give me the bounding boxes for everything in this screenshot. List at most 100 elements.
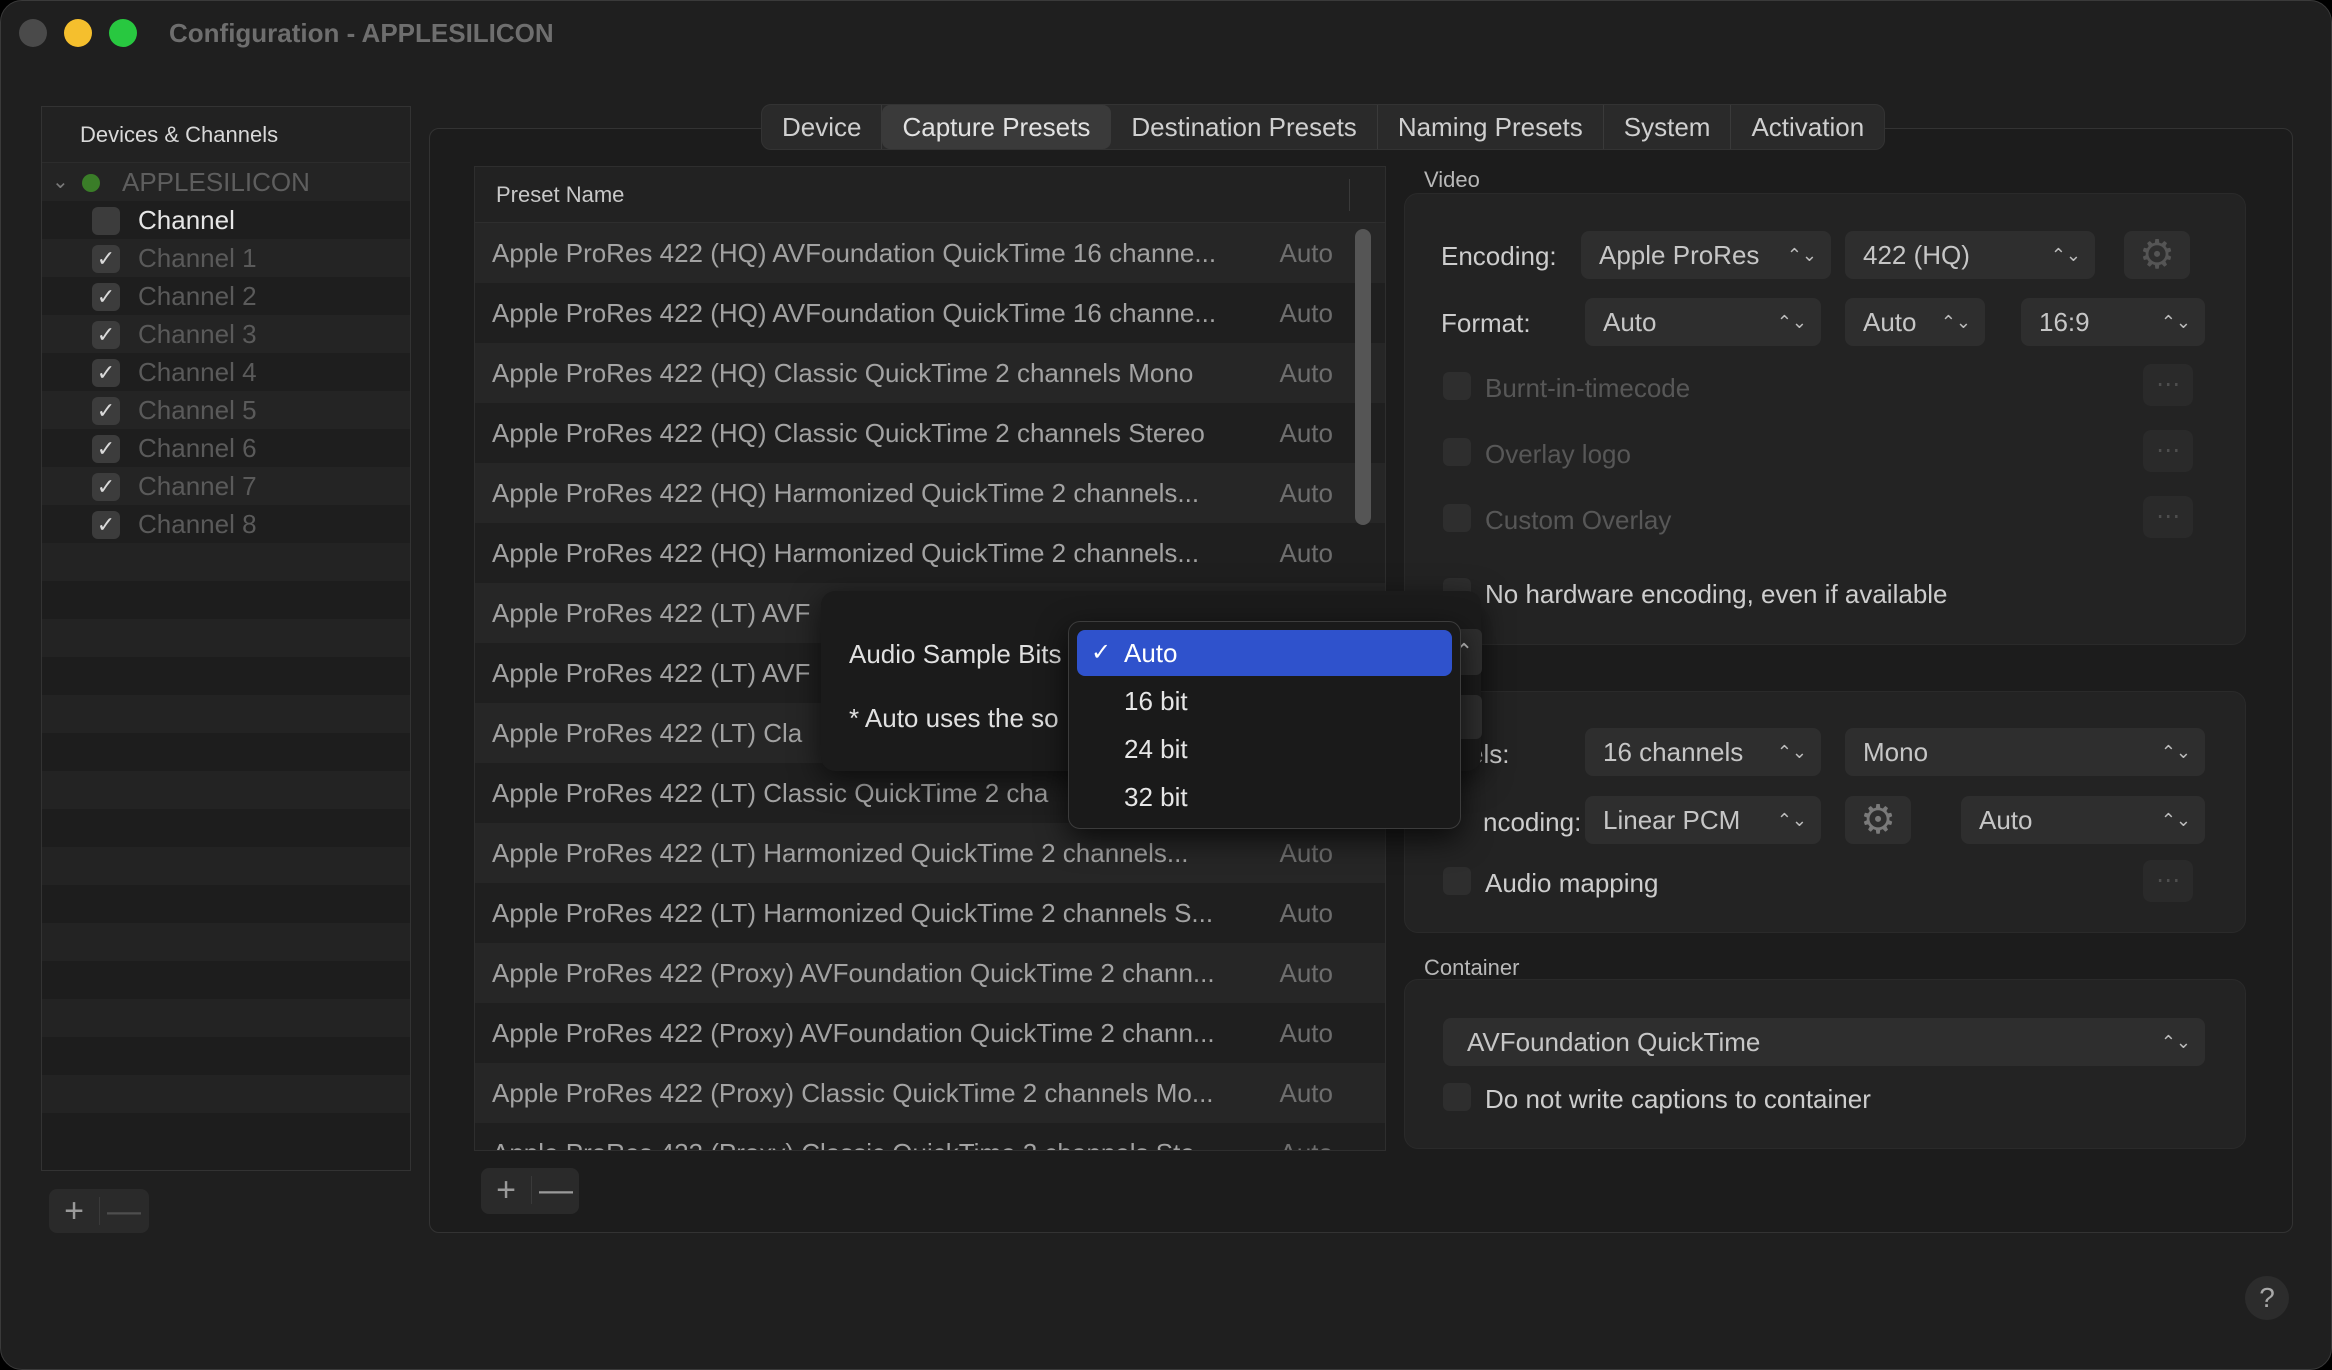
table-row[interactable]: Apple ProRes 422 (Proxy) AVFoundation Qu… — [475, 1003, 1385, 1063]
tab-device[interactable]: Device — [762, 105, 883, 149]
overlay-logo-checkbox[interactable] — [1443, 438, 1471, 466]
menu-item-auto[interactable]: ✓ Auto — [1077, 630, 1452, 676]
remove-channel-button[interactable]: — — [99, 1189, 149, 1233]
channel-label: Channel 2 — [138, 281, 257, 311]
preset-value: Auto — [1279, 298, 1334, 328]
channel-row[interactable]: ✓ Channel 6 — [42, 429, 410, 467]
container-section-title: Container — [1424, 955, 1520, 980]
channel-row[interactable]: ✓ Channel 2 — [42, 277, 410, 315]
no-captions-checkbox[interactable] — [1443, 1083, 1471, 1111]
audio-settings-gear-icon[interactable]: ⚙ — [1845, 796, 1911, 844]
device-label: APPLESILICON — [122, 167, 310, 197]
table-row[interactable]: Apple ProRes 422 (HQ) Harmonized QuickTi… — [475, 463, 1385, 523]
table-row[interactable]: Apple ProRes 422 (HQ) Classic QuickTime … — [475, 343, 1385, 403]
overlay-logo-ellipsis-icon[interactable]: ⋯ — [2143, 430, 2193, 472]
device-row[interactable]: ⌄ APPLESILICON — [42, 163, 410, 201]
video-settings-gear-icon[interactable]: ⚙ — [2124, 231, 2190, 279]
table-row[interactable]: Apple ProRes 422 (HQ) Classic QuickTime … — [475, 403, 1385, 463]
preset-name-column-header[interactable]: Preset Name — [496, 182, 624, 207]
configuration-window: Configuration - APPLESILICON Devices & C… — [0, 0, 2332, 1370]
tab-capture-presets[interactable]: Capture Presets — [882, 105, 1112, 149]
table-scrollbar[interactable] — [1355, 229, 1371, 525]
remove-preset-button[interactable]: — — [531, 1168, 581, 1212]
table-row[interactable]: Apple ProRes 422 (Proxy) AVFoundation Qu… — [475, 943, 1385, 1003]
format-popup[interactable]: Auto ⌃⌄ — [1585, 298, 1821, 346]
aspect-ratio-popup[interactable]: 16:9 ⌃⌄ — [2021, 298, 2205, 346]
table-row[interactable]: Apple ProRes 422 (LT) Harmonized QuickTi… — [475, 883, 1385, 943]
channel-checkbox[interactable]: ✓ — [92, 473, 120, 501]
add-channel-button[interactable]: + — [49, 1189, 99, 1233]
channel-row[interactable]: ✓ Channel 8 — [42, 505, 410, 543]
popup-arrows-icon: ⌃⌄ — [1776, 742, 1807, 762]
menu-item-24-bit[interactable]: 24 bit — [1077, 726, 1452, 772]
channel-row[interactable]: ✓ Channel 5 — [42, 391, 410, 429]
audio-encoding-popup[interactable]: Linear PCM ⌃⌄ — [1585, 796, 1821, 844]
table-row[interactable]: Apple ProRes 422 (HQ) Harmonized QuickTi… — [475, 523, 1385, 583]
add-preset-button[interactable]: + — [481, 1168, 531, 1212]
table-row[interactable]: Apple ProRes 422 (HQ) AVFoundation Quick… — [475, 223, 1385, 283]
video-section-title: Video — [1424, 167, 1480, 192]
channel-checkbox[interactable]: ✓ — [92, 359, 120, 387]
channel-row[interactable]: ✓ Channel 4 — [42, 353, 410, 391]
preset-name: Apple ProRes 422 (HQ) AVFoundation Quick… — [492, 298, 1217, 328]
custom-overlay-ellipsis-icon[interactable]: ⋯ — [2143, 496, 2193, 538]
table-row[interactable]: Apple ProRes 422 (LT) Harmonized QuickTi… — [475, 823, 1385, 883]
preset-name: Apple ProRes 422 (Proxy) Classic QuickTi… — [492, 1078, 1214, 1108]
preset-value: Auto — [1279, 478, 1334, 508]
table-row[interactable]: Apple ProRes 422 (Proxy) Classic QuickTi… — [475, 1063, 1385, 1123]
channel-row[interactable]: ✓ Channel 3 — [42, 315, 410, 353]
channel-checkbox[interactable]: ✓ — [92, 511, 120, 539]
video-profile-popup[interactable]: 422 (HQ) ⌃⌄ — [1845, 231, 2095, 279]
video-encoding-popup[interactable]: Apple ProRes ⌃⌄ — [1581, 231, 1831, 279]
burnt-in-timecode-checkbox[interactable] — [1443, 372, 1471, 400]
table-row[interactable]: Apple ProRes 422 (Proxy) Classic QuickTi… — [475, 1123, 1385, 1150]
container-value: AVFoundation QuickTime — [1467, 1027, 1761, 1057]
container-popup[interactable]: AVFoundation QuickTime ⌃⌄ — [1443, 1018, 2205, 1066]
frame-rate-popup[interactable]: Auto ⌃⌄ — [1845, 298, 1985, 346]
channel-checkbox[interactable]: ✓ — [92, 283, 120, 311]
disclosure-chevron-icon[interactable]: ⌄ — [52, 163, 69, 201]
channel-checkbox[interactable]: ✓ — [92, 397, 120, 425]
preset-value: Auto — [1279, 538, 1334, 568]
channel-header-checkbox[interactable] — [92, 207, 120, 235]
custom-overlay-checkbox[interactable] — [1443, 504, 1471, 532]
channel-row[interactable]: ✓ Channel 1 — [42, 239, 410, 277]
column-separator — [1349, 179, 1350, 211]
minimize-window-button[interactable] — [64, 19, 92, 47]
auto-note-label: * Auto uses the so — [849, 703, 1059, 733]
menu-item-32-bit[interactable]: 32 bit — [1077, 774, 1452, 820]
sidebar-add-remove-control: + — — [49, 1189, 149, 1233]
preset-name: Apple ProRes 422 (HQ) Harmonized QuickTi… — [492, 478, 1200, 508]
tab-system[interactable]: System — [1604, 105, 1732, 149]
close-window-button[interactable] — [19, 19, 47, 47]
empty-row — [42, 923, 410, 961]
table-row[interactable]: Apple ProRes 422 (HQ) AVFoundation Quick… — [475, 283, 1385, 343]
tab-activation[interactable]: Activation — [1731, 105, 1884, 149]
channel-header-row[interactable]: Channel — [42, 201, 410, 239]
help-button[interactable]: ? — [2245, 1276, 2289, 1320]
channel-row[interactable]: ✓ Channel 7 — [42, 467, 410, 505]
popup-arrows-icon: ⌃⌄ — [2160, 312, 2191, 332]
burnt-in-options-ellipsis-icon[interactable]: ⋯ — [2143, 364, 2193, 406]
audio-mode-popup[interactable]: Mono ⌃⌄ — [1845, 728, 2205, 776]
preset-value: Auto — [1279, 898, 1334, 928]
channel-label: Channel 4 — [138, 357, 257, 387]
preset-value: Auto — [1279, 238, 1334, 268]
audio-rate-popup[interactable]: Auto ⌃⌄ — [1961, 796, 2205, 844]
channel-checkbox[interactable]: ✓ — [92, 435, 120, 463]
tab-naming-presets[interactable]: Naming Presets — [1378, 105, 1604, 149]
checkmark-icon: ✓ — [1091, 639, 1112, 666]
channel-checkbox[interactable]: ✓ — [92, 245, 120, 273]
audio-encoding-label: ncoding: — [1483, 807, 1582, 837]
audio-mapping-checkbox[interactable] — [1443, 867, 1471, 895]
device-tree: ⌄ APPLESILICON Channel ✓ Channel 1 ✓ Chann… — [42, 163, 410, 543]
zoom-window-button[interactable] — [109, 19, 137, 47]
audio-channels-popup[interactable]: 16 channels ⌃⌄ — [1585, 728, 1821, 776]
audio-mapping-ellipsis-icon[interactable]: ⋯ — [2143, 860, 2193, 902]
audio-encoding-value: Linear PCM — [1603, 805, 1741, 835]
channel-checkbox[interactable]: ✓ — [92, 321, 120, 349]
menu-item-16-bit[interactable]: 16 bit — [1077, 678, 1452, 724]
channel-label: Channel 8 — [138, 509, 257, 539]
empty-row — [42, 885, 410, 923]
tab-destination-presets[interactable]: Destination Presets — [1111, 105, 1378, 149]
